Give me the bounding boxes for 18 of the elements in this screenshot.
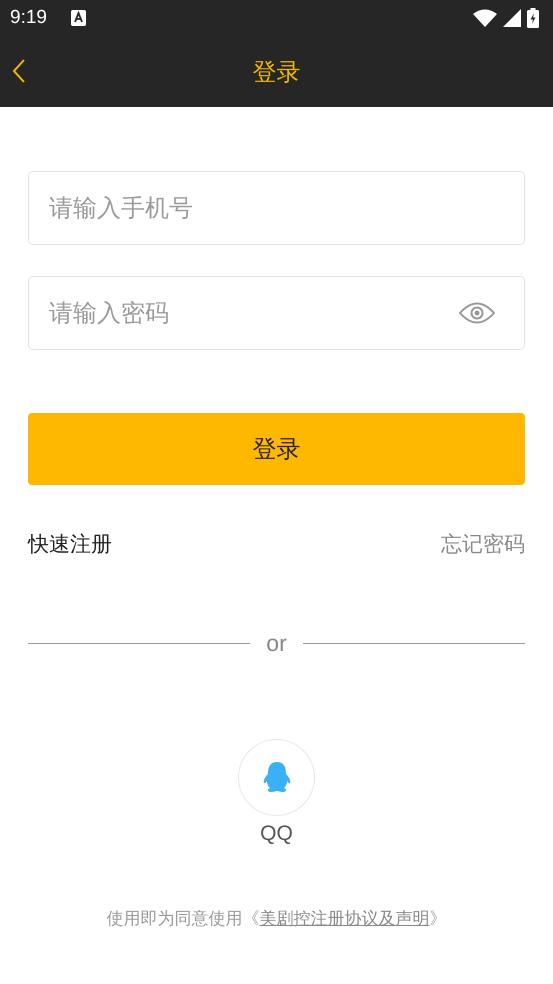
qq-label: QQ xyxy=(260,822,293,846)
eye-icon[interactable] xyxy=(459,302,495,324)
forgot-password-link[interactable]: 忘记密码 xyxy=(441,530,525,558)
signal-icon xyxy=(503,9,521,27)
notification-icon xyxy=(70,10,86,26)
agreement-link[interactable]: 美剧控注册协议及声明 xyxy=(260,909,430,929)
register-link[interactable]: 快速注册 xyxy=(28,530,112,558)
login-button[interactable]: 登录 xyxy=(28,413,525,485)
or-label: or xyxy=(266,630,287,657)
back-icon[interactable] xyxy=(12,58,26,84)
password-field[interactable]: 请输入密码 xyxy=(28,276,525,350)
agreement-text: 使用即为同意使用《美剧控注册协议及声明》 xyxy=(106,908,448,930)
phone-field[interactable]: 请输入手机号 xyxy=(28,171,525,245)
penguin-icon xyxy=(262,760,292,794)
wifi-icon xyxy=(473,9,497,27)
battery-icon xyxy=(527,8,539,28)
status-time: 9:19 xyxy=(10,7,47,29)
page-title: 登录 xyxy=(252,56,300,88)
